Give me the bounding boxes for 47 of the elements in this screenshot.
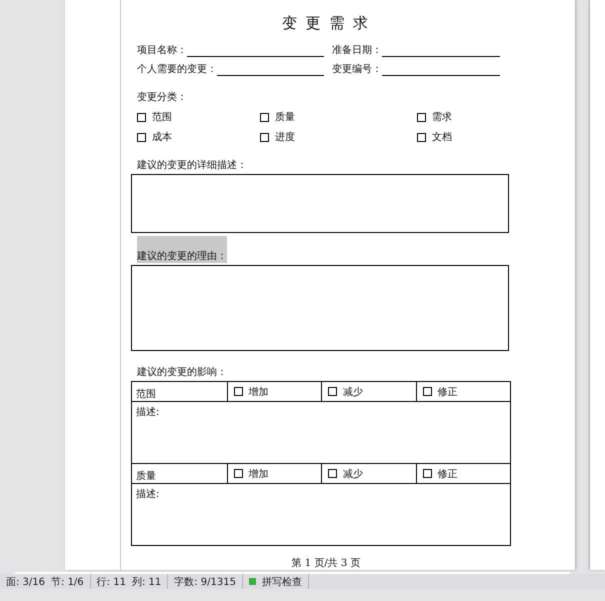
section-heading: 变更分类：	[137, 90, 187, 104]
checkbox[interactable]	[328, 387, 337, 396]
table-cell: 描述:	[136, 489, 160, 500]
status-item: 列: 11	[132, 576, 162, 588]
checkbox-label: 增加	[248, 386, 268, 398]
checkbox-label: 文档	[432, 130, 452, 144]
status-item[interactable]: 拼写检查	[262, 574, 302, 588]
document-title: 变 更 需 求	[280, 14, 372, 33]
status-item: 面: 3/16	[6, 576, 46, 588]
answer-box[interactable]	[131, 174, 509, 234]
checkbox[interactable]	[137, 132, 146, 142]
status-item: 行: 11	[96, 576, 126, 588]
checkbox[interactable]	[234, 387, 242, 396]
status-item: 字数: 9/1315	[174, 576, 236, 588]
checkbox[interactable]	[234, 469, 242, 478]
field-label: 变更编号：	[332, 62, 382, 76]
checkbox-label: 需求	[432, 110, 452, 124]
checkbox-label: 减少	[343, 386, 363, 398]
field-label: 个人需要的变更：	[137, 62, 217, 76]
checkbox[interactable]	[137, 112, 146, 122]
checkbox[interactable]	[260, 112, 269, 122]
checkbox-label: 修正	[438, 468, 458, 480]
checkbox-label: 减少	[343, 468, 363, 480]
field-label: 项目名称：	[137, 44, 187, 57]
checkbox[interactable]	[328, 469, 337, 478]
checkbox[interactable]	[417, 132, 426, 142]
table-cell: 描述:	[136, 407, 160, 418]
checkbox[interactable]	[260, 132, 269, 142]
checkbox-label: 范围	[152, 110, 172, 124]
section-heading: 建议的变更的理由：	[137, 236, 227, 264]
checkbox[interactable]	[417, 112, 426, 122]
checkbox-label: 质量	[275, 110, 295, 124]
status-item: 节: 1/6	[51, 576, 84, 588]
spell-check-icon[interactable]	[248, 578, 256, 585]
section-heading: 建议的变更的详细描述：	[137, 158, 247, 172]
page-footer: 第 1 页/共 3 页	[131, 556, 521, 570]
checkbox[interactable]	[422, 469, 432, 478]
section-heading: 建议的变更的影响：	[137, 366, 227, 379]
checkbox-label: 增加	[248, 468, 268, 480]
checkbox[interactable]	[422, 387, 432, 396]
checkbox-label: 修正	[438, 386, 458, 398]
answer-box[interactable]	[131, 265, 509, 351]
table-cell-text: 质量	[136, 470, 156, 483]
table-cell-text: 范围	[136, 388, 156, 401]
field-label: 准备日期：	[332, 44, 382, 57]
checkbox-label: 进度	[275, 130, 295, 144]
checkbox-label: 成本	[152, 130, 172, 144]
